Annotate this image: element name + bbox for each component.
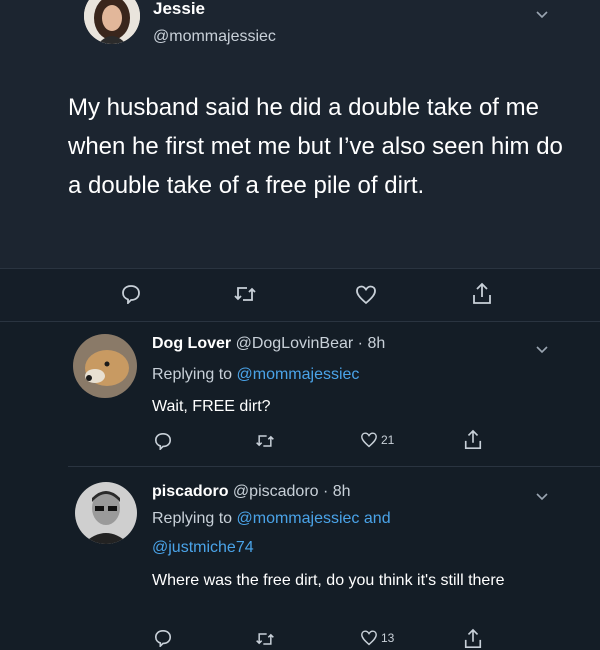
reply-header: piscadoro @piscadoro · 8h bbox=[152, 483, 351, 501]
mention-link[interactable]: @mommajessiec bbox=[237, 510, 360, 527]
main-tweet-actions bbox=[0, 268, 600, 322]
reply-author-name[interactable]: piscadoro bbox=[152, 483, 228, 500]
replying-to-cont: @justmiche74 bbox=[152, 539, 254, 557]
replying-to: Replying to @mommajessiec and bbox=[152, 510, 391, 528]
chevron-down-icon[interactable] bbox=[536, 488, 548, 501]
like-count: 13 bbox=[381, 631, 395, 645]
like-button[interactable]: 21 bbox=[360, 432, 394, 448]
reply-time: · 8h bbox=[357, 335, 386, 352]
tweet-text: My husband said he did a double take of … bbox=[68, 94, 563, 199]
retweet-icon[interactable] bbox=[255, 631, 275, 647]
reply-author-name[interactable]: Dog Lover bbox=[152, 335, 231, 352]
reply-icon[interactable] bbox=[154, 629, 172, 647]
heart-icon bbox=[361, 630, 377, 646]
replying-and: and bbox=[363, 510, 391, 527]
reply-author-handle[interactable]: @piscadoro bbox=[233, 483, 319, 500]
avatar[interactable] bbox=[75, 482, 137, 544]
reply-text: Wait, FREE dirt? bbox=[152, 398, 271, 415]
replying-to: Replying to @mommajessiec bbox=[152, 366, 359, 384]
reply-author-handle[interactable]: @DogLovinBear bbox=[236, 335, 354, 352]
reply-time: · 8h bbox=[323, 483, 351, 500]
share-icon[interactable] bbox=[463, 628, 483, 650]
chevron-down-icon[interactable] bbox=[536, 6, 548, 19]
divider bbox=[68, 466, 600, 467]
replying-to-prefix: Replying to bbox=[152, 366, 233, 383]
heart-icon bbox=[361, 432, 377, 448]
chevron-down-icon[interactable] bbox=[536, 341, 548, 354]
mention-link[interactable]: @justmiche74 bbox=[152, 539, 254, 556]
mention-link[interactable]: @mommajessiec bbox=[237, 366, 360, 383]
share-icon[interactable] bbox=[471, 282, 493, 306]
reply-text: Where was the free dirt, do you think it… bbox=[152, 572, 505, 589]
share-icon[interactable] bbox=[463, 429, 483, 451]
like-count: 21 bbox=[381, 433, 395, 447]
main-tweet: Jessie @mommajessiec My husband said he … bbox=[0, 0, 600, 268]
retweet-icon[interactable] bbox=[255, 433, 275, 449]
avatar[interactable] bbox=[84, 0, 140, 44]
reply-header: Dog Lover @DogLovinBear · 8h bbox=[152, 335, 385, 353]
heart-icon[interactable] bbox=[355, 285, 377, 305]
reply-icon[interactable] bbox=[121, 284, 141, 304]
author-handle[interactable]: @mommajessiec bbox=[153, 28, 276, 46]
like-button[interactable]: 13 bbox=[360, 630, 394, 646]
replying-to-prefix: Replying to bbox=[152, 510, 233, 527]
avatar[interactable] bbox=[73, 334, 137, 398]
author-name[interactable]: Jessie bbox=[153, 0, 205, 19]
reply-icon[interactable] bbox=[154, 432, 172, 450]
retweet-icon[interactable] bbox=[233, 285, 257, 303]
